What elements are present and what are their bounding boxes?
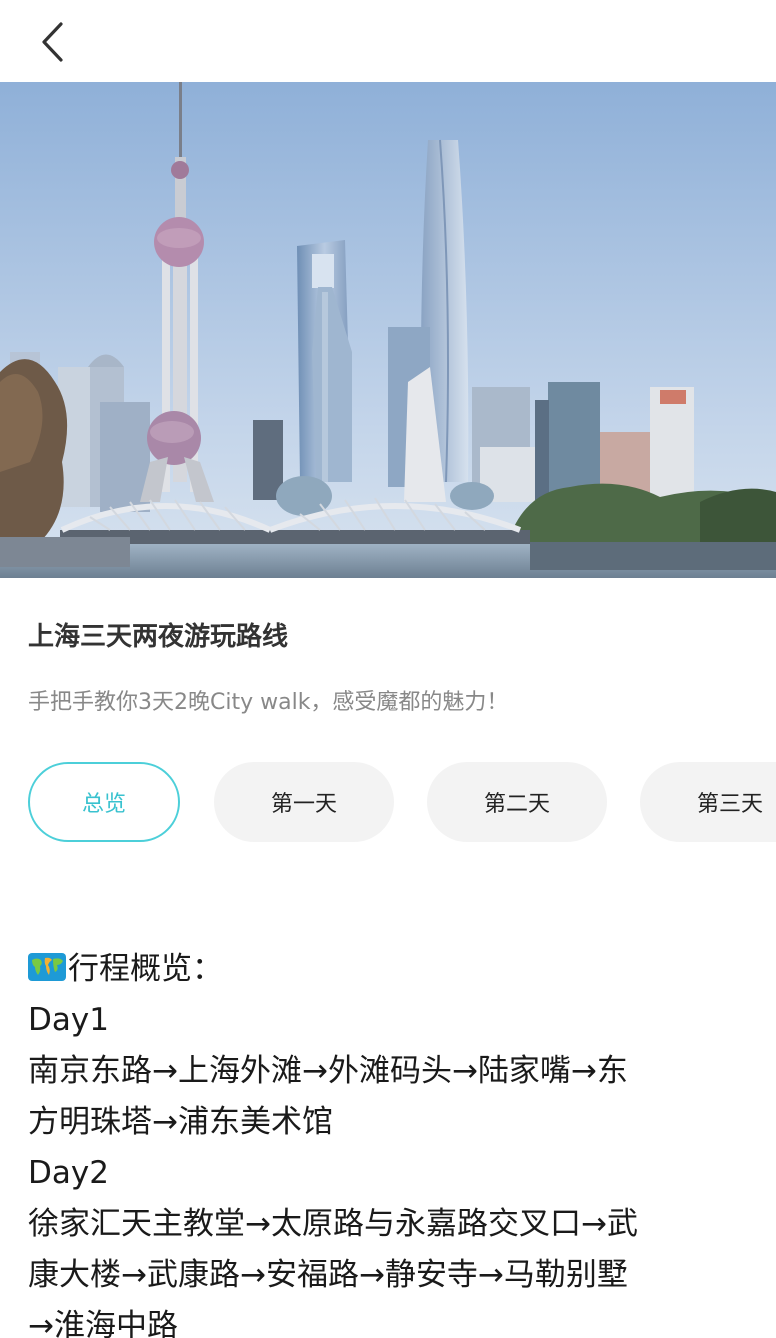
- day2-label: Day2: [28, 1155, 109, 1191]
- chevron-left-icon: [42, 22, 63, 62]
- article-title: 上海三天两夜游玩路线: [28, 622, 289, 652]
- overview-content: 行程概览： Day1 南京东路→上海外滩→外滩码头→陆家嘴→东 方明珠塔→浦东美…: [28, 944, 748, 1338]
- back-button[interactable]: [26, 16, 78, 68]
- overview-heading: 行程概览：: [28, 944, 748, 995]
- overview-heading-text: 行程概览：: [68, 951, 223, 987]
- day1-route-line-2: 方明珠塔→浦东美术馆: [28, 1104, 333, 1140]
- hero-image: [0, 82, 776, 578]
- day1-route-line-1: 南京东路→上海外滩→外滩码头→陆家嘴→东: [28, 1053, 628, 1089]
- tab-day-3[interactable]: 第三天: [640, 762, 776, 842]
- tab-day-1[interactable]: 第一天: [214, 762, 394, 842]
- world-map-icon: [28, 953, 66, 981]
- day1-label: Day1: [28, 1002, 109, 1038]
- page: 上海三天两夜游玩路线 手把手教你3天2晚City walk，感受魔都的魅力！ 总…: [0, 0, 776, 1338]
- day2-route-line-2: 康大楼→武康路→安福路→静安寺→马勒别墅: [28, 1257, 628, 1293]
- tab-day-2[interactable]: 第二天: [427, 762, 607, 842]
- tab-overview[interactable]: 总览: [28, 762, 180, 842]
- day2-route-line-1: 徐家汇天主教堂→太原路与永嘉路交叉口→武: [28, 1206, 638, 1242]
- article-subtitle: 手把手教你3天2晚City walk，感受魔都的魅力！: [28, 690, 509, 715]
- top-bar: [0, 0, 776, 82]
- day2-route-line-3: →淮海中路: [28, 1308, 178, 1338]
- day-tabs: 总览 第一天 第二天 第三天: [28, 762, 776, 842]
